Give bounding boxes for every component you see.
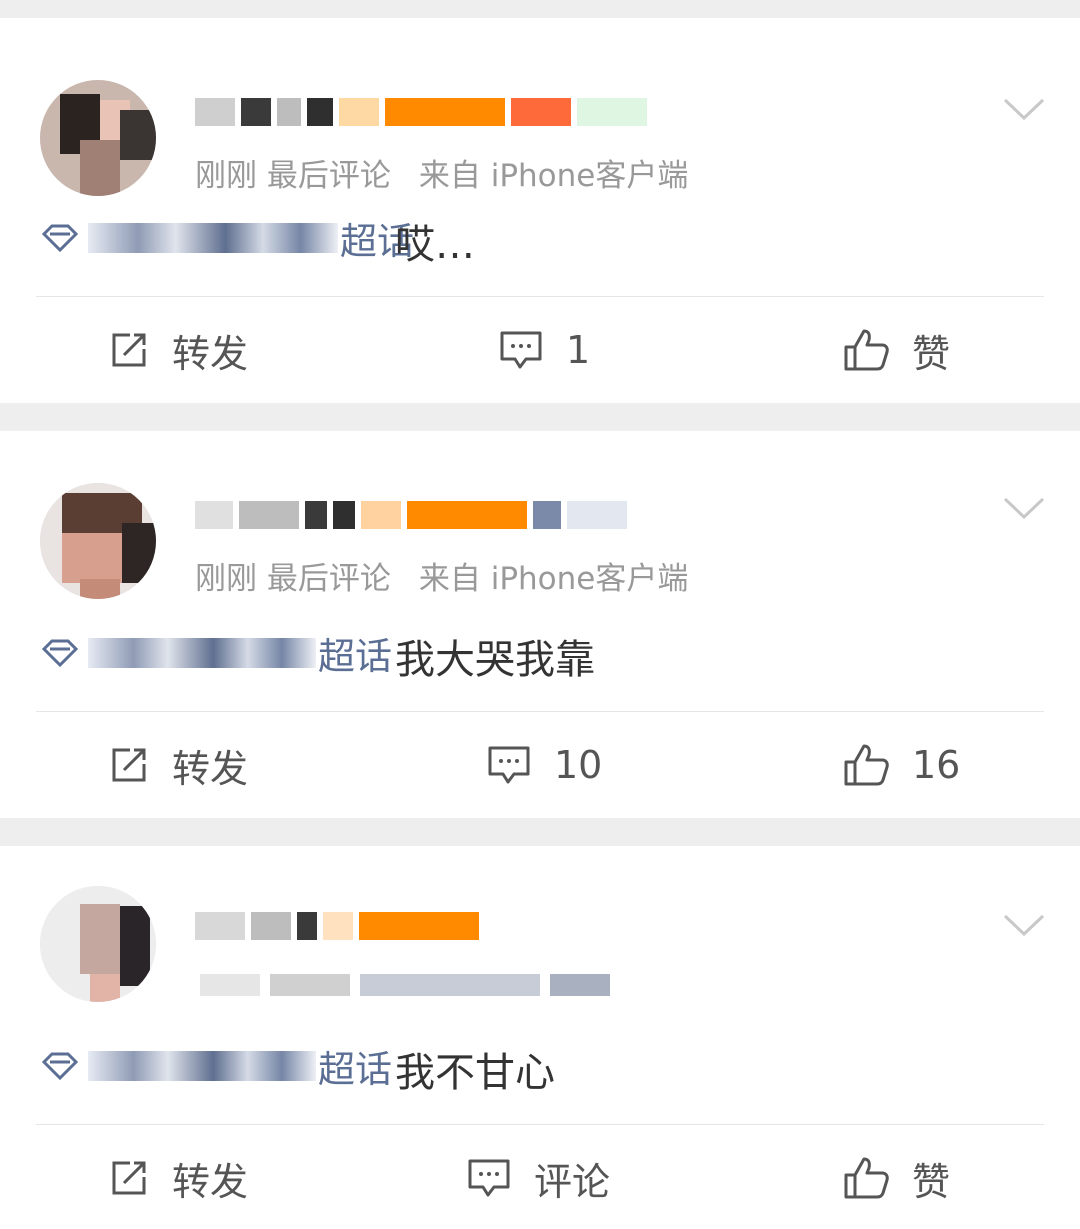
share-icon bbox=[112, 1161, 146, 1195]
post-card[interactable]: 超话 我不甘心 转发 评论 赞 bbox=[0, 846, 1080, 1229]
supertopic-link[interactable]: 超话 bbox=[40, 208, 414, 268]
like-count: 赞 bbox=[912, 331, 951, 376]
chevron-down-icon[interactable] bbox=[1002, 912, 1046, 940]
action-bar: 转发 1 赞 bbox=[0, 297, 1080, 403]
thumb-up-icon bbox=[844, 1157, 889, 1199]
repost-label: 转发 bbox=[172, 331, 249, 376]
like-count: 16 bbox=[912, 743, 961, 787]
post-header: 刚刚 最后评论 来自 iPhone客户端 bbox=[0, 18, 1080, 196]
feed-gap bbox=[0, 0, 1080, 18]
repost-button[interactable]: 转发 bbox=[108, 1151, 248, 1205]
feed-gap bbox=[0, 818, 1080, 846]
comment-button[interactable]: 1 bbox=[498, 323, 590, 377]
comment-icon bbox=[488, 746, 530, 784]
like-label: 赞 bbox=[912, 1159, 951, 1204]
post-header bbox=[0, 846, 1080, 1014]
diamond-icon bbox=[41, 224, 79, 253]
repost-button[interactable]: 转发 bbox=[108, 738, 248, 792]
like-button[interactable]: 赞 bbox=[842, 1151, 950, 1205]
comment-button[interactable]: 10 bbox=[486, 738, 602, 792]
feed-gap bbox=[0, 403, 1080, 431]
supertopic-name-blurred bbox=[88, 223, 338, 253]
username-blurred[interactable] bbox=[195, 86, 715, 138]
supertopic-name-blurred bbox=[88, 1051, 316, 1081]
supertopic-name-blurred bbox=[88, 638, 316, 668]
comment-label: 评论 bbox=[534, 1159, 611, 1204]
repost-label: 转发 bbox=[172, 1159, 249, 1204]
repost-label: 转发 bbox=[172, 746, 249, 791]
post-meta-blurred bbox=[200, 968, 610, 1004]
username-blurred[interactable] bbox=[195, 900, 715, 952]
post-body: 超话 我不甘心 bbox=[0, 1014, 1080, 1124]
post-text: 我大哭我靠 bbox=[395, 637, 595, 683]
chevron-down-icon[interactable] bbox=[1002, 96, 1046, 124]
like-button[interactable]: 赞 bbox=[842, 323, 950, 377]
post-card[interactable]: 刚刚 最后评论 来自 iPhone客户端 超话 哎… 转发 1 赞 bbox=[0, 18, 1080, 403]
post-text: 哎… bbox=[395, 222, 475, 268]
comment-icon bbox=[468, 1159, 510, 1197]
comment-button[interactable]: 评论 bbox=[466, 1151, 610, 1205]
like-button[interactable]: 16 bbox=[842, 738, 960, 792]
username-blurred[interactable] bbox=[195, 489, 715, 541]
post-body: 超话 我大哭我靠 bbox=[0, 601, 1080, 711]
post-header: 刚刚 最后评论 来自 iPhone客户端 bbox=[0, 431, 1080, 601]
repost-button[interactable]: 转发 bbox=[108, 323, 248, 377]
post-meta: 刚刚 最后评论 来自 iPhone客户端 bbox=[195, 553, 688, 598]
post-body: 超话 哎… bbox=[0, 178, 1080, 296]
supertopic-suffix: 超话 bbox=[318, 1048, 392, 1091]
comment-count: 10 bbox=[554, 743, 603, 787]
thumb-up-icon bbox=[844, 744, 889, 786]
comment-count: 1 bbox=[566, 328, 591, 372]
action-bar: 转发 评论 赞 bbox=[0, 1125, 1080, 1229]
avatar[interactable] bbox=[40, 483, 156, 599]
action-bar: 转发 10 16 bbox=[0, 712, 1080, 818]
post-source: 来自 iPhone客户端 bbox=[418, 561, 689, 597]
diamond-icon bbox=[41, 639, 79, 668]
post-time: 刚刚 最后评论 bbox=[195, 561, 391, 597]
supertopic-suffix: 超话 bbox=[318, 635, 392, 678]
comment-icon bbox=[500, 331, 542, 369]
supertopic-link[interactable]: 超话 bbox=[40, 1036, 392, 1096]
chevron-down-icon[interactable] bbox=[1002, 495, 1046, 523]
supertopic-link[interactable]: 超话 bbox=[40, 623, 392, 683]
diamond-icon bbox=[41, 1052, 79, 1081]
avatar[interactable] bbox=[40, 886, 156, 1002]
post-text: 我不甘心 bbox=[395, 1050, 555, 1096]
post-card[interactable]: 刚刚 最后评论 来自 iPhone客户端 超话 我大哭我靠 转发 10 16 bbox=[0, 431, 1080, 818]
thumb-up-icon bbox=[844, 329, 889, 371]
share-icon bbox=[112, 748, 146, 782]
share-icon bbox=[112, 333, 146, 367]
